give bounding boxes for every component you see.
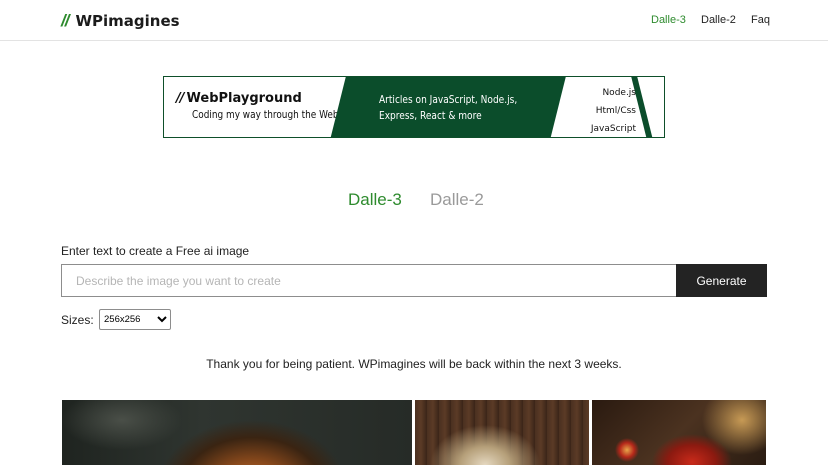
banner-topic: Html/Css: [595, 106, 636, 116]
banner-brand: // WebPlayground: [176, 91, 364, 106]
generate-button[interactable]: Generate: [676, 264, 767, 297]
prompt-input[interactable]: [61, 264, 677, 297]
gallery-image-lion[interactable]: [62, 400, 412, 465]
tab-dalle-2[interactable]: Dalle-2: [430, 190, 484, 210]
banner-topic: JavaScript: [590, 124, 636, 134]
banner-topics: Node.js Html/Css JavaScript: [590, 84, 636, 137]
tab-dalle-3[interactable]: Dalle-3: [348, 190, 402, 210]
nav-dalle-3[interactable]: Dalle-3: [651, 14, 686, 26]
main-nav: Dalle-3 Dalle-2 Faq: [0, 14, 828, 28]
sizes-label: Sizes:: [61, 313, 94, 327]
notice-text: Thank you for being patient. WPimagines …: [206, 357, 622, 371]
nav-faq[interactable]: Faq: [751, 14, 770, 26]
ad-banner[interactable]: // WebPlayground Coding my way through t…: [163, 76, 665, 138]
banner-headline: Articles on JavaScript, Node.js, Express…: [379, 94, 518, 122]
banner-brand-name: WebPlayground: [186, 91, 302, 106]
sizes-select[interactable]: 256x256: [99, 309, 171, 330]
gallery-image-apple[interactable]: [592, 400, 766, 465]
banner-topic: Node.js: [602, 88, 636, 98]
nav-dalle-2[interactable]: Dalle-2: [701, 14, 736, 26]
banner-slash-icon: //: [176, 91, 184, 106]
prompt-label: Enter text to create a Free ai image: [61, 244, 250, 258]
site-header: // WPimagines Dalle-3 Dalle-2 Faq: [0, 0, 828, 41]
gallery-image-hedgehog[interactable]: [415, 400, 589, 465]
banner-tagline: Coding my way through the Web: [192, 109, 339, 121]
